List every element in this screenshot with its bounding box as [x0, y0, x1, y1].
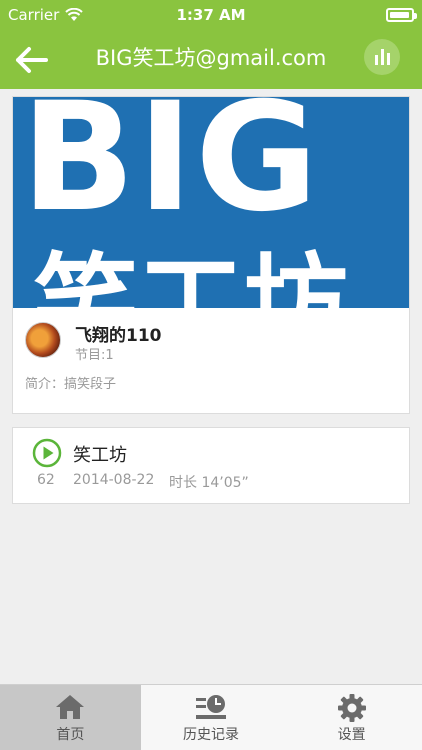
back-arrow-icon[interactable]: [14, 44, 50, 76]
episode-item[interactable]: 笑工坊 62 2014-08-22 时长 14’05”: [12, 427, 410, 504]
play-count: 62: [37, 472, 55, 488]
tab-home-label: 首页: [56, 727, 85, 743]
cover-text-name: 笑工坊: [33, 243, 349, 309]
episode-title: 笑工坊: [73, 445, 127, 466]
album-card[interactable]: BIG 笑工坊 飞翔的110 节目:1 简介：搞笑段子: [12, 96, 410, 414]
gear-icon: [337, 694, 366, 722]
home-icon: [56, 695, 85, 719]
nav-bar: BIG笑工坊@gmail.com: [0, 30, 422, 89]
album-intro: 简介：搞笑段子: [25, 377, 117, 392]
tab-history-label: 历史记录: [183, 727, 239, 743]
tab-settings[interactable]: 设置: [281, 685, 422, 750]
now-playing-button[interactable]: [364, 39, 400, 75]
top-bar: Carrier 1:37 AM BIG笑工坊@gmail.com: [0, 0, 422, 89]
episode-date: 2014-08-22: [73, 472, 155, 488]
tab-bar: 首页 历史记录 设置: [0, 684, 422, 750]
history-icon: [196, 695, 226, 719]
album-cover: BIG 笑工坊: [13, 97, 409, 308]
status-bar: Carrier 1:37 AM: [0, 0, 422, 30]
episode-duration: 时长 14’05”: [169, 475, 249, 491]
equalizer-bar: [386, 53, 390, 65]
play-icon[interactable]: [32, 438, 62, 468]
tab-history[interactable]: 历史记录: [141, 685, 282, 750]
tab-settings-label: 设置: [337, 727, 366, 743]
tab-home[interactable]: 首页: [0, 685, 141, 750]
equalizer-icon: [374, 55, 378, 65]
cover-text-big: BIG: [21, 97, 321, 245]
equalizer-bar: [380, 49, 384, 65]
anchor-name[interactable]: 飞翔的110: [75, 321, 162, 346]
avatar[interactable]: [25, 322, 61, 358]
battery-icon: [386, 8, 417, 22]
page-title: BIG笑工坊@gmail.com: [95, 46, 327, 70]
program-count: 节目:1: [75, 348, 114, 363]
status-time: 1:37 AM: [176, 6, 246, 24]
